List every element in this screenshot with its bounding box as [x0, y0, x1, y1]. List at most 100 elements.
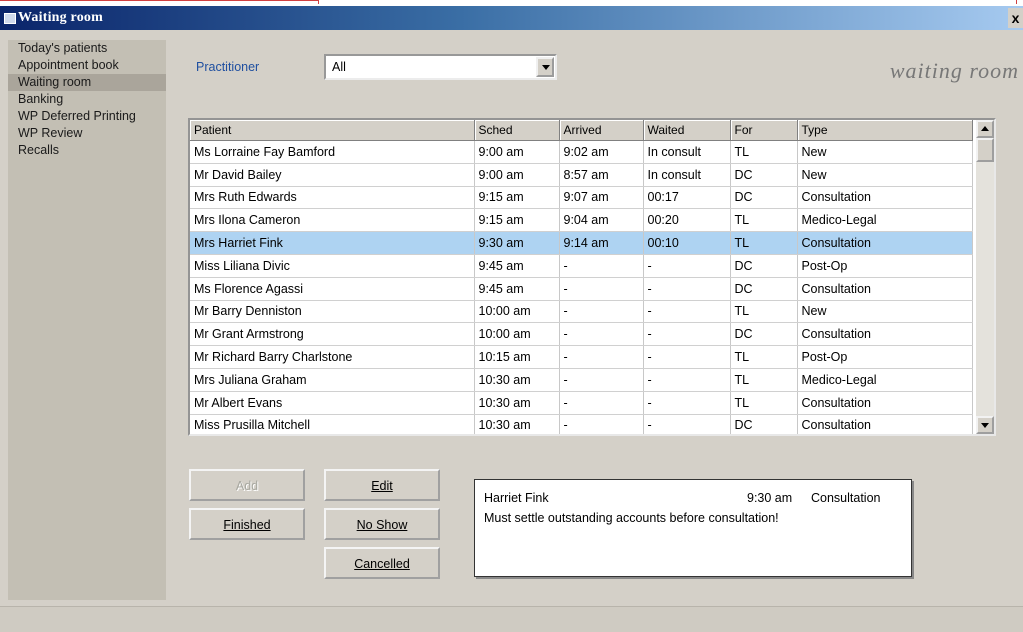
table-cell: TL	[730, 231, 798, 255]
scroll-up-icon[interactable]	[976, 120, 994, 138]
table-cell: -	[643, 391, 731, 415]
table-cell: 9:14 am	[559, 231, 644, 255]
table-row[interactable]: Ms Lorraine Fay Bamford 9:00 am 9:02 am In …	[190, 140, 973, 164]
table-cell: -	[559, 300, 644, 324]
table-cell: 00:20	[643, 208, 731, 233]
table-row[interactable]: Ms Florence Agassi 9:45 am - - DC Consultatio…	[190, 277, 973, 301]
notes-patient-name: Harriet Fink	[484, 491, 549, 505]
table-cell: Mr Richard Barry Charlstone	[190, 345, 475, 369]
table-cell: 8:57 am	[559, 163, 644, 187]
table-cell: Consultation	[797, 277, 973, 301]
edit-button[interactable]: Edit	[324, 469, 440, 501]
table-cell: Mr David Bailey	[190, 163, 475, 187]
column-header[interactable]: Arrived	[559, 120, 644, 141]
table-row[interactable]: Mrs Ilona Cameron 9:15 am 9:04 am 00:20 TL Me…	[190, 208, 973, 233]
table-cell: -	[559, 414, 644, 434]
table-row[interactable]: Mr Barry Denniston 10:00 am - - TL New	[190, 300, 973, 324]
table-cell: Consultation	[797, 414, 973, 434]
column-header[interactable]: Waited	[643, 120, 731, 141]
table-cell: 10:30 am	[474, 414, 560, 434]
table-cell: DC	[730, 322, 798, 347]
column-header[interactable]: Patient	[190, 120, 475, 141]
table-cell: 9:07 am	[559, 186, 644, 210]
table-cell: Consultation	[797, 391, 973, 415]
scroll-thumb[interactable]	[976, 138, 994, 162]
table-cell: -	[643, 368, 731, 392]
table-cell: New	[797, 300, 973, 324]
table-cell: Consultation	[797, 231, 973, 255]
practitioner-dropdown[interactable]: All	[324, 54, 557, 80]
top-edge	[0, 0, 1023, 4]
table-cell: -	[559, 322, 644, 347]
patient-table: Patient Sched Arrived Waited For Type Ms Lorr…	[188, 118, 996, 436]
sidebar-item[interactable]: Today's patients	[8, 40, 166, 57]
sidebar-item[interactable]: Recalls	[8, 142, 166, 159]
add-button[interactable]: Add	[189, 469, 305, 501]
notes-type: Consultation	[811, 491, 881, 505]
table-cell: Mrs Harriet Fink	[190, 231, 475, 255]
table-scrollbar[interactable]	[976, 120, 994, 434]
table-cell: 00:17	[643, 186, 731, 210]
table-cell: Mrs Ilona Cameron	[190, 208, 475, 233]
table-cell: New	[797, 163, 973, 187]
table-row[interactable]: Mr Albert Evans 10:30 am - - TL Consultation	[190, 391, 973, 415]
table-cell: Ms Florence Agassi	[190, 277, 475, 301]
table-cell: 9:00 am	[474, 140, 560, 164]
brand-logo: waiting room	[889, 58, 1019, 83]
table-cell: 9:02 am	[559, 140, 644, 164]
table-cell: Consultation	[797, 322, 973, 347]
chevron-down-icon[interactable]	[536, 57, 554, 77]
column-header[interactable]: Sched	[474, 120, 560, 141]
table-row[interactable]: Mrs Juliana Graham 10:30 am - - TL Medico-Leg…	[190, 368, 973, 392]
window-title: Waiting room	[18, 10, 103, 25]
table-cell: 9:45 am	[474, 277, 560, 301]
table-cell: TL	[730, 300, 798, 324]
table-row[interactable]: Mrs Harriet Fink 9:30 am 9:14 am 00:10 TL Con…	[190, 231, 973, 255]
table-cell: Ms Lorraine Fay Bamford	[190, 140, 475, 164]
table-cell: TL	[730, 391, 798, 415]
table-cell: Miss Liliana Divic	[190, 254, 475, 278]
title-bar: Waiting room x	[0, 6, 1023, 30]
table-row[interactable]: Mrs Ruth Edwards 9:15 am 9:07 am 00:17 DC Con…	[190, 186, 973, 210]
table-cell: DC	[730, 254, 798, 278]
table-cell: -	[643, 300, 731, 324]
finished-button[interactable]: Finished	[189, 508, 305, 540]
practitioner-value: All	[332, 60, 346, 74]
no-show-button[interactable]: No Show	[324, 508, 440, 540]
column-header[interactable]: Type	[797, 120, 973, 141]
table-row[interactable]: Miss Prusilla Mitchell 10:30 am - - DC Consul…	[190, 414, 973, 434]
table-row[interactable]: Mr Grant Armstrong 10:00 am - - DC Consultati…	[190, 322, 973, 347]
table-cell: 9:15 am	[474, 186, 560, 210]
sidebar-item[interactable]: WP Deferred Printing	[8, 108, 166, 125]
table-cell: -	[559, 345, 644, 369]
table-cell: Miss Prusilla Mitchell	[190, 414, 475, 434]
table-cell: 9:45 am	[474, 254, 560, 278]
table-cell: DC	[730, 277, 798, 301]
table-row[interactable]: Miss Liliana Divic 9:45 am - - DC Post-Op	[190, 254, 973, 278]
sidebar-item[interactable]: WP Review	[8, 125, 166, 142]
close-button[interactable]: x	[1008, 8, 1023, 28]
practitioner-label: Practitioner	[196, 60, 260, 74]
table-cell: 10:30 am	[474, 391, 560, 415]
table-cell: DC	[730, 414, 798, 434]
table-cell: Mr Grant Armstrong	[190, 322, 475, 347]
waiting-room-window: Waiting room x Today's patients Appointme…	[0, 6, 1023, 632]
table-cell: TL	[730, 368, 798, 392]
table-cell: Mr Barry Denniston	[190, 300, 475, 324]
sidebar-item[interactable]: Appointment book	[8, 57, 166, 74]
table-cell: 9:00 am	[474, 163, 560, 187]
sidebar-item[interactable]: Waiting room	[8, 74, 166, 91]
sidebar-item[interactable]: Banking	[8, 91, 166, 108]
table-cell: -	[643, 254, 731, 278]
table-cell: 9:30 am	[474, 231, 560, 255]
table-cell: 10:15 am	[474, 345, 560, 369]
patient-grid: Patient Sched Arrived Waited For Type Ms Lorr…	[190, 120, 973, 434]
table-row[interactable]: Mr Richard Barry Charlstone 10:15 am - - TL P…	[190, 345, 973, 369]
table-cell: Consultation	[797, 186, 973, 210]
table-cell: New	[797, 140, 973, 164]
table-row[interactable]: Mr David Bailey 9:00 am 8:57 am In consult D…	[190, 163, 973, 187]
notes-time: 9:30 am	[747, 491, 793, 505]
cancelled-button[interactable]: Cancelled	[324, 547, 440, 579]
column-header[interactable]: For	[730, 120, 798, 141]
scroll-down-icon[interactable]	[976, 416, 994, 434]
